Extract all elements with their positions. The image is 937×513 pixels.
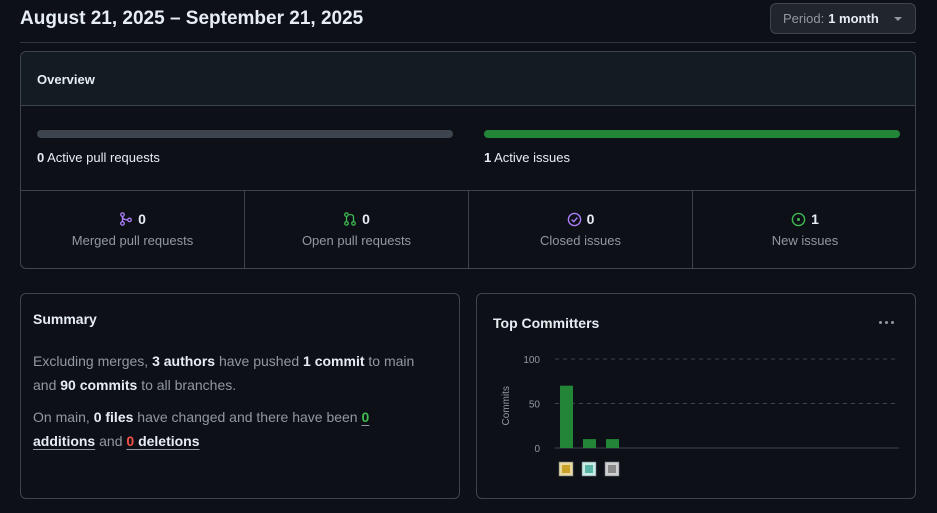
summary-text: Excluding merges, [33,353,149,369]
summary-title: Summary [33,311,97,327]
stat-label: Merged pull requests [71,233,194,248]
stat-new-issues[interactable]: 1 New issues [693,191,915,268]
main-commit-count: 1 commit [303,353,365,369]
header-divider [20,42,916,43]
y-tick-label: 0 [534,444,540,455]
additions-word: additions [33,433,96,449]
active-pull-requests-label: Active pull requests [47,150,160,165]
avatar-pattern [608,465,616,473]
all-branches-commit-count: 90 commits [60,377,138,393]
summary-text: have pushed [218,353,300,369]
stat-count: 1 [811,211,819,227]
period-dropdown-button[interactable]: Period: 1 month [770,3,916,34]
git-pull-request-icon [344,212,356,226]
summary-text: On main, [33,409,90,425]
overview-title: Overview [37,72,95,87]
stat-count: 0 [586,211,595,227]
summary-paragraph-changes: On main, 0 files have changed and there … [33,405,433,453]
commit-bar [606,439,619,448]
active-pull-requests-count: 0 [37,150,45,165]
period-value: 1 month [828,11,879,26]
summary-text: have changed and there have been [137,409,358,425]
summary-paragraph-commits: Excluding merges, 3 authors have pushed … [33,349,433,397]
y-tick-label: 50 [529,400,541,411]
top-committers-panel: Top Committers Commits 0 50 100 [476,293,916,499]
authors-count: 3 authors [152,353,216,369]
deletions-link[interactable]: 0 deletions [126,433,199,449]
deletions-word: deletions [138,433,200,449]
stat-label: Open pull requests [301,233,412,248]
overview-header: Overview [21,52,915,106]
commit-bar [560,385,573,448]
git-merge-icon [120,212,132,226]
pull-requests-progress-bar [37,130,453,138]
summary-text: and [99,433,123,449]
stat-closed-issues[interactable]: 0 Closed issues [469,191,693,268]
avatar-pattern [585,465,593,473]
additions-count: 0 [361,409,370,425]
y-axis-label: Commits [501,386,512,425]
issue-opened-icon [791,212,806,226]
y-tick-label: 100 [523,355,540,366]
active-pull-requests-link[interactable]: 0 Active pull requests [37,150,160,165]
stat-label: Closed issues [540,233,621,248]
files-changed-count: 0 files [93,409,134,425]
active-issues-count: 1 [484,150,492,165]
top-committers-chart: Commits 0 50 100 [501,355,899,477]
stat-open-pull-requests[interactable]: 0 Open pull requests [245,191,469,268]
header-bar: August 21, 2025 – September 21, 2025 Per… [0,0,937,44]
stat-count: 0 [362,211,370,227]
avatar-pattern [562,465,570,473]
period-label: Period: [783,11,825,26]
stat-count: 0 [138,211,146,227]
stat-label: New issues [771,233,839,248]
overview-panel: Overview 0 Active pull requests 1 Active… [20,51,916,269]
issues-progress-bar [484,130,900,138]
date-range-title: August 21, 2025 – September 21, 2025 [20,8,364,29]
summary-panel: Summary Excluding merges, 3 authors have… [20,293,460,499]
stat-merged-pull-requests[interactable]: 0 Merged pull requests [21,191,245,268]
summary-text: to all branches. [141,377,237,393]
deletions-count: 0 [126,433,135,449]
active-issues-link[interactable]: 1 Active issues [484,150,570,165]
triangle-down-icon [894,17,902,21]
commit-bar [583,439,596,448]
active-issues-label: Active issues [494,150,571,165]
issue-closed-icon [567,212,581,226]
